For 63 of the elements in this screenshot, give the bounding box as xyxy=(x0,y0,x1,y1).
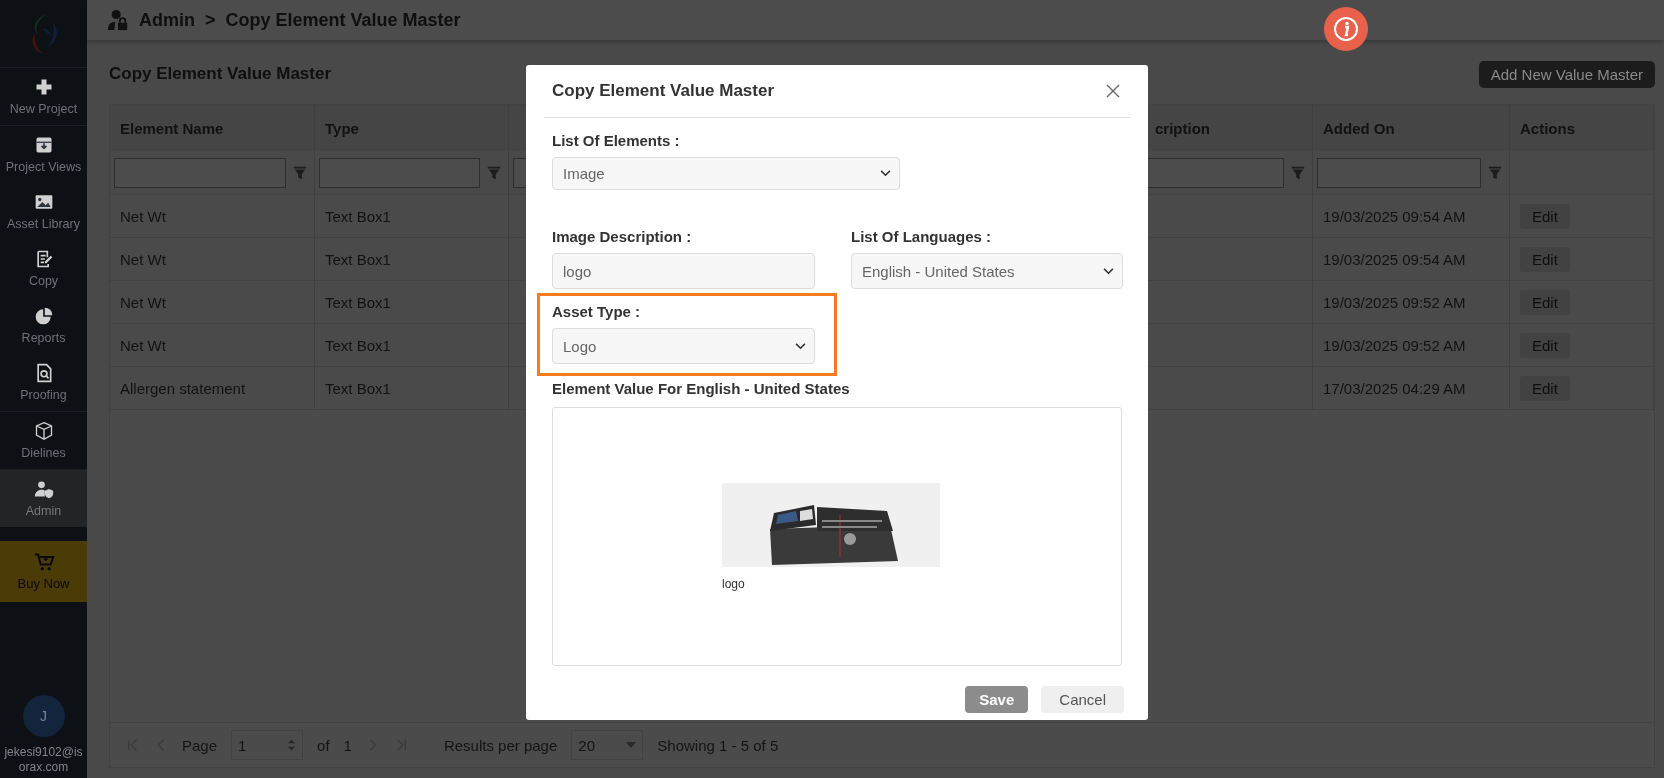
table-cell: Text Box1 xyxy=(315,195,509,238)
breadcrumb-current: Copy Element Value Master xyxy=(225,9,461,31)
breadcrumb-link[interactable]: Admin xyxy=(139,9,195,31)
pie-chart-icon xyxy=(33,306,54,326)
user-lock-icon xyxy=(107,9,129,31)
chevron-down-icon xyxy=(880,170,891,177)
table-cell: Text Box1 xyxy=(315,367,509,410)
user-email: jekesi9102@isorax.com xyxy=(3,745,84,774)
field-label: Image Description : xyxy=(552,228,693,245)
close-icon xyxy=(1106,84,1120,98)
dialog-button[interactable]: Save xyxy=(965,686,1029,713)
filter-icon[interactable] xyxy=(1487,164,1503,181)
filter-field[interactable] xyxy=(319,157,480,188)
filter-field[interactable] xyxy=(114,157,286,188)
field-label: List Of Languages : xyxy=(851,228,992,245)
sidebar-item[interactable]: Copy xyxy=(0,240,87,297)
page-title: Copy Element Value Master xyxy=(109,64,332,84)
add-value-master-button[interactable]: Add New Value Master xyxy=(1478,60,1655,88)
select-field[interactable]: English - United States xyxy=(851,253,1123,289)
select-field[interactable]: Logo xyxy=(552,328,815,364)
table-cell: Text Box1 xyxy=(315,324,509,367)
table-cell: 17/03/2025 04:29 AM xyxy=(1313,367,1510,410)
filter-icon[interactable] xyxy=(1290,164,1306,181)
user-avatar[interactable]: J xyxy=(22,695,65,738)
image-icon xyxy=(33,192,54,212)
cart-icon xyxy=(32,552,55,572)
user-shield-icon xyxy=(33,479,54,499)
breadcrumb-separator: > xyxy=(205,9,216,31)
box-icon xyxy=(33,421,54,441)
spinner-arrows-icon xyxy=(287,737,297,753)
table-cell: Allergen statement xyxy=(110,367,315,410)
sidebar-item[interactable]: Asset Library xyxy=(0,183,87,240)
input-field[interactable]: logo xyxy=(552,253,815,289)
caret-icon xyxy=(626,742,637,748)
table-cell: 19/03/2025 09:52 AM xyxy=(1313,324,1510,367)
table-cell: Text Box1 xyxy=(315,238,509,281)
sidebar-item[interactable]: Reports xyxy=(0,297,87,354)
select-field[interactable]: Image xyxy=(552,157,900,190)
table-cell: Net Wt xyxy=(110,195,315,238)
field-label: Element Value For English - United States xyxy=(552,380,851,397)
chevron-down-icon xyxy=(795,342,806,350)
table-cell: Net Wt xyxy=(110,238,315,281)
image-caption: logo xyxy=(722,576,746,591)
table-cell: Text Box1 xyxy=(315,281,509,324)
filter-field[interactable] xyxy=(1317,157,1481,188)
field-label: List Of Elements : xyxy=(552,132,681,149)
filter-icon[interactable] xyxy=(486,164,502,181)
table-cell: Net Wt xyxy=(110,324,315,367)
sidebar-item[interactable]: Admin xyxy=(0,470,87,527)
table-cell: Net Wt xyxy=(110,281,315,324)
table-cell: 19/03/2025 09:52 AM xyxy=(1313,281,1510,324)
chevron-down-icon xyxy=(1103,267,1114,275)
buy-now-button[interactable]: Buy Now xyxy=(0,541,87,602)
dialog-button[interactable]: Cancel xyxy=(1041,686,1124,713)
table-cell: 19/03/2025 09:54 AM xyxy=(1313,195,1510,238)
sidebar-item[interactable]: Project Views xyxy=(0,126,87,183)
close-button[interactable] xyxy=(1104,82,1122,100)
info-icon[interactable] xyxy=(1324,7,1368,51)
field-label: Asset Type : xyxy=(552,303,642,320)
dialog-title: Copy Element Value Master xyxy=(552,81,775,101)
filter-icon[interactable] xyxy=(292,164,308,181)
table-cell: 19/03/2025 09:54 AM xyxy=(1313,238,1510,281)
results-per-page-label: Results per page xyxy=(443,736,558,754)
